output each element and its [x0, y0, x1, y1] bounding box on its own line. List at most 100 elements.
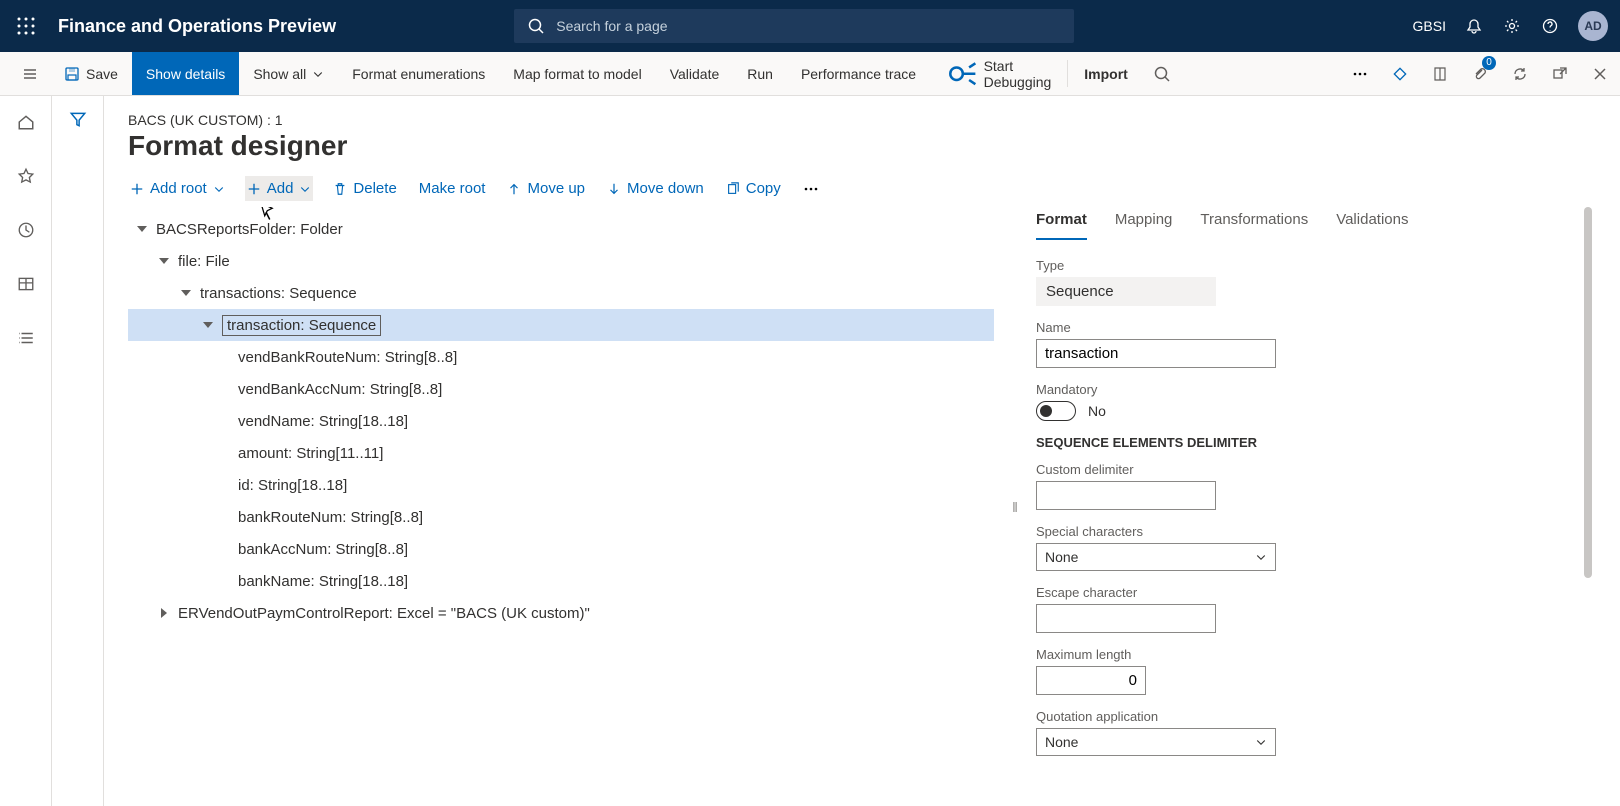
gear-icon[interactable]	[1502, 16, 1522, 36]
find-button[interactable]	[1142, 52, 1182, 95]
show-details-button[interactable]: Show details	[132, 52, 239, 95]
mandatory-value: No	[1088, 403, 1106, 419]
show-all-button[interactable]: Show all	[239, 52, 338, 95]
import-button[interactable]: Import	[1070, 52, 1142, 95]
mandatory-label: Mandatory	[1036, 382, 1570, 397]
overflow-button[interactable]	[1340, 52, 1380, 95]
avatar[interactable]: AD	[1578, 11, 1608, 41]
add-button[interactable]: Add	[245, 176, 314, 201]
quotation-label: Quotation application	[1036, 709, 1570, 724]
maxlen-input[interactable]	[1036, 666, 1146, 695]
attachments-badge: 0	[1482, 56, 1496, 70]
run-button[interactable]: Run	[733, 52, 787, 95]
mandatory-toggle[interactable]	[1036, 401, 1076, 421]
section-delimiter: SEQUENCE ELEMENTS DELIMITER	[1036, 435, 1570, 450]
tree-row[interactable]: bankRouteNum: String[8..8]	[128, 501, 994, 533]
properties-pane: Format Mapping Transformations Validatio…	[1036, 207, 1596, 806]
chevron-down-icon	[312, 68, 324, 80]
type-label: Type	[1036, 258, 1570, 273]
diamond-button[interactable]	[1380, 52, 1420, 95]
app-title: Finance and Operations Preview	[58, 16, 336, 37]
tree-row[interactable]: vendName: String[18..18]	[128, 405, 994, 437]
search-input[interactable]	[556, 18, 1062, 34]
chevron-down-icon	[299, 183, 311, 195]
rail-favorites[interactable]	[10, 160, 42, 192]
filter-column	[52, 96, 104, 806]
attachments-button[interactable]: 0	[1460, 52, 1500, 95]
book-button[interactable]	[1420, 52, 1460, 95]
global-search[interactable]	[514, 9, 1074, 43]
tree-row[interactable]: ERVendOutPaymControlReport: Excel = "BAC…	[128, 597, 994, 629]
delete-button[interactable]: Delete	[331, 176, 398, 201]
nav-toggle-button[interactable]	[10, 52, 50, 95]
tab-format[interactable]: Format	[1036, 207, 1087, 240]
waffle-icon[interactable]	[12, 12, 40, 40]
save-button[interactable]: Save	[50, 52, 132, 95]
tree-row[interactable]: file: File	[128, 245, 994, 277]
validate-button[interactable]: Validate	[656, 52, 734, 95]
close-button[interactable]	[1580, 52, 1620, 95]
expander-icon[interactable]	[156, 253, 172, 269]
designer-toolbar: Add root Add Delete Make root Move up Mo…	[128, 176, 1596, 201]
help-icon[interactable]	[1540, 16, 1560, 36]
tab-transformations[interactable]: Transformations	[1200, 207, 1308, 240]
tree-row[interactable]: bankName: String[18..18]	[128, 565, 994, 597]
properties-tabs: Format Mapping Transformations Validatio…	[1036, 207, 1570, 240]
chevron-down-icon	[1255, 551, 1267, 563]
add-root-button[interactable]: Add root	[128, 176, 227, 201]
expander-icon[interactable]	[134, 221, 150, 237]
start-debugging-button[interactable]: Start Debugging	[930, 52, 1065, 95]
tree-row[interactable]: transactions: Sequence	[128, 277, 994, 309]
move-up-button[interactable]: Move up	[505, 176, 587, 201]
quotation-select[interactable]: None	[1036, 728, 1276, 756]
scrollbar[interactable]	[1584, 207, 1592, 578]
rail-workspaces[interactable]	[10, 268, 42, 300]
tree-row[interactable]: vendBankRouteNum: String[8..8]	[128, 341, 994, 373]
save-label: Save	[86, 66, 118, 82]
tree-row[interactable]: id: String[18..18]	[128, 469, 994, 501]
tree-row[interactable]: vendBankAccNum: String[8..8]	[128, 373, 994, 405]
make-root-button[interactable]: Make root	[417, 176, 488, 201]
separator	[1067, 60, 1068, 87]
tree-row-selected[interactable]: transaction: Sequence	[128, 309, 994, 341]
splitter-handle[interactable]: ‖	[1010, 207, 1020, 806]
type-value: Sequence	[1036, 277, 1216, 306]
tree-row[interactable]: BACSReportsFolder: Folder	[128, 213, 994, 245]
tenant-label: GBSI	[1413, 18, 1446, 34]
breadcrumb: BACS (UK CUSTOM) : 1	[128, 112, 1596, 128]
tab-validations[interactable]: Validations	[1336, 207, 1408, 240]
tree-row[interactable]: amount: String[11..11]	[128, 437, 994, 469]
expander-icon[interactable]	[156, 605, 172, 621]
filter-icon[interactable]	[69, 110, 87, 806]
expander-icon[interactable]	[200, 317, 216, 333]
performance-trace-button[interactable]: Performance trace	[787, 52, 930, 95]
move-down-button[interactable]: Move down	[605, 176, 706, 201]
content: BACS (UK CUSTOM) : 1 Format designer Add…	[104, 96, 1620, 806]
bell-icon[interactable]	[1464, 16, 1484, 36]
map-format-button[interactable]: Map format to model	[499, 52, 655, 95]
copy-button[interactable]: Copy	[724, 176, 783, 201]
name-label: Name	[1036, 320, 1570, 335]
command-bar: Save Show details Show all Format enumer…	[0, 52, 1620, 96]
page-title: Format designer	[128, 130, 1596, 162]
tree-row[interactable]: bankAccNum: String[8..8]	[128, 533, 994, 565]
escape-input[interactable]	[1036, 604, 1216, 633]
popout-button[interactable]	[1540, 52, 1580, 95]
expander-icon[interactable]	[178, 285, 194, 301]
chevron-down-icon	[213, 183, 225, 195]
name-input[interactable]	[1036, 339, 1276, 368]
custom-delimiter-input[interactable]	[1036, 481, 1216, 510]
format-enumerations-button[interactable]: Format enumerations	[338, 52, 499, 95]
chevron-down-icon	[1255, 736, 1267, 748]
special-chars-select[interactable]: None	[1036, 543, 1276, 571]
tab-mapping[interactable]: Mapping	[1115, 207, 1173, 240]
nav-rail	[0, 96, 52, 806]
tree-pane: BACSReportsFolder: Folder file: File tra…	[128, 207, 994, 806]
refresh-button[interactable]	[1500, 52, 1540, 95]
rail-home[interactable]	[10, 106, 42, 138]
custom-delimiter-label: Custom delimiter	[1036, 462, 1570, 477]
rail-recent[interactable]	[10, 214, 42, 246]
rail-modules[interactable]	[10, 322, 42, 354]
special-chars-label: Special characters	[1036, 524, 1570, 539]
toolbar-overflow[interactable]	[801, 177, 821, 201]
